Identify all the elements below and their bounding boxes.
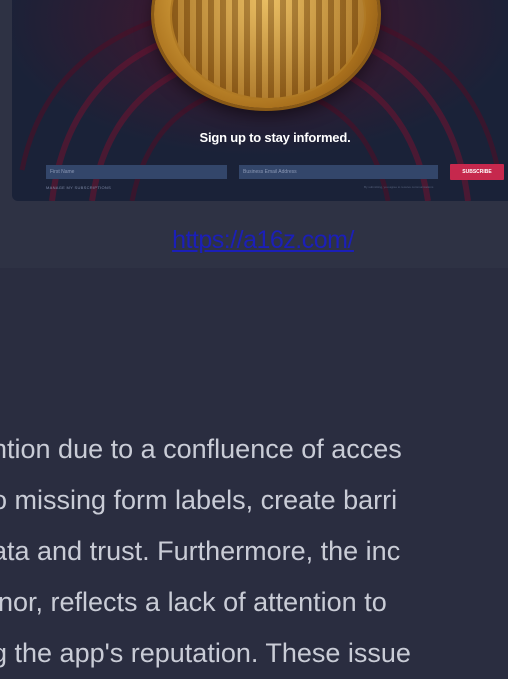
- body-line: ntion due to a confluence of acces: [0, 434, 402, 464]
- body-line: o missing form labels, create barri: [0, 485, 398, 515]
- consent-note: By submitting, you agree to receive comm…: [364, 185, 434, 189]
- manage-subscriptions-link[interactable]: MANAGE MY SUBSCRIPTIONS: [46, 185, 111, 190]
- source-link[interactable]: https://a16z.com/: [0, 226, 508, 255]
- body-line: ata and trust. Furthermore, the inc: [0, 536, 401, 566]
- body-paragraph: ntion due to a confluence of acces o mis…: [0, 424, 508, 679]
- first-name-field[interactable]: First Name: [46, 165, 227, 179]
- email-field[interactable]: Business Email Address: [239, 165, 438, 179]
- body-line: inor, reflects a lack of attention to: [0, 587, 387, 617]
- newsletter-banner: Sign up to stay informed. First Name Bus…: [12, 0, 508, 201]
- subscribe-button[interactable]: SUBSCRIBE: [450, 164, 504, 180]
- body-line: g the app's reputation. These issue: [0, 638, 411, 668]
- signup-heading: Sign up to stay informed.: [199, 130, 351, 145]
- medallion-engraving: [170, 0, 366, 100]
